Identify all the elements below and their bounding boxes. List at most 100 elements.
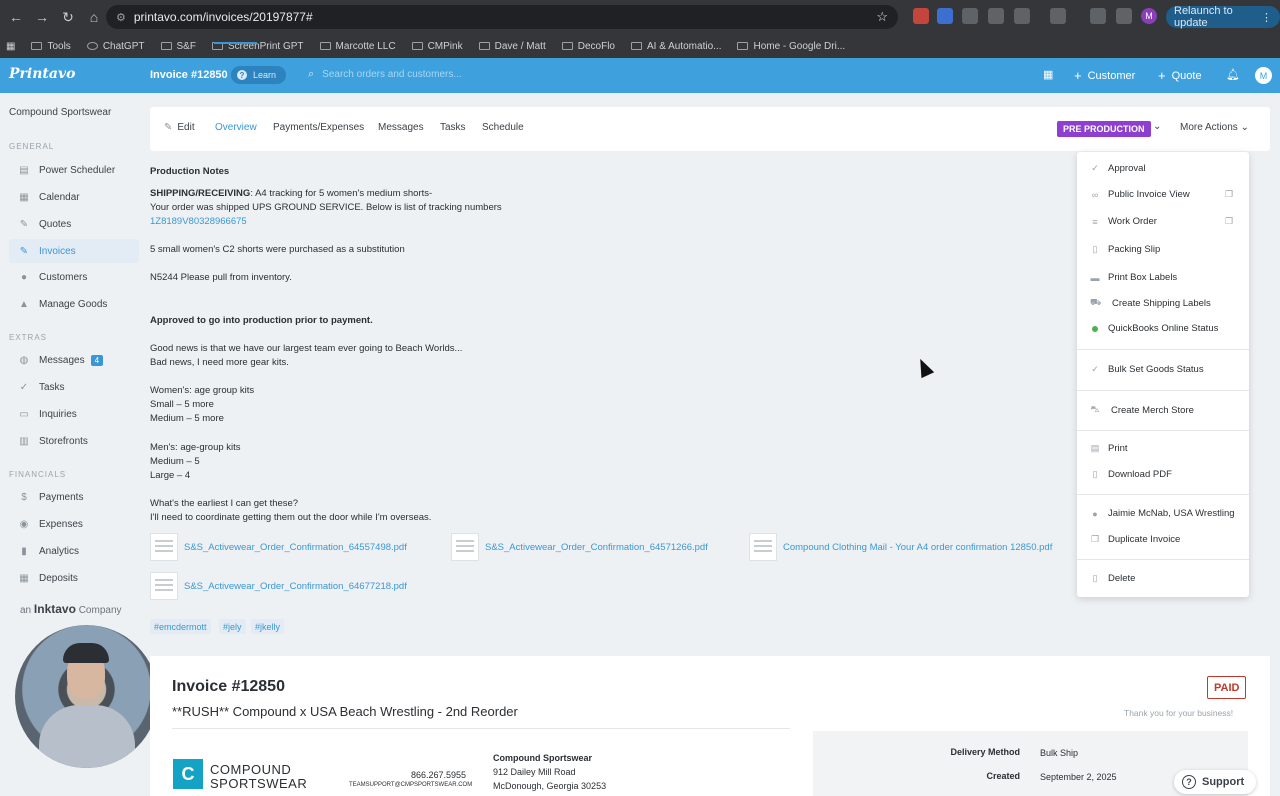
bookmark-item[interactable]: CMPink [411, 41, 463, 52]
menu-item-delete[interactable]: ▯ Delete [1090, 573, 1136, 584]
sidebar-item-messages[interactable]: ◍ Messages 4 [9, 348, 139, 372]
bookmark-item[interactable]: Marcotte LLC [319, 41, 396, 52]
attachment-link[interactable]: Compound Clothing Mail - Your A4 order c… [749, 533, 1052, 561]
new-customer-button[interactable]: + Customer [1074, 68, 1135, 83]
sidebar-item-quotes[interactable]: ✎ Quotes [9, 212, 139, 236]
status-badge[interactable]: PRE PRODUCTION [1057, 121, 1151, 137]
menu-item-label: Create Shipping Labels [1112, 297, 1211, 309]
support-button[interactable]: ? Support [1174, 770, 1257, 794]
menu-item-approval[interactable]: ✓ Approval [1090, 163, 1145, 174]
delivery-method-value: Bulk Ship [1040, 748, 1079, 758]
grid-icon[interactable]: ▦ [1043, 68, 1053, 81]
sidebar-item-power-scheduler[interactable]: ▤ Power Scheduler [9, 158, 139, 182]
relaunch-label: Relaunch to update [1174, 5, 1233, 29]
menu-dots-icon: ⋮ [1261, 11, 1272, 24]
tab-messages[interactable]: Messages [378, 122, 424, 133]
menu-item-create-merch-store[interactable]: ⛍ Create Merch Store [1090, 404, 1194, 416]
sidebar-item-inquiries[interactable]: ▭ Inquiries [9, 402, 139, 426]
forward-icon[interactable]: → [32, 7, 52, 27]
sidebar-item-deposits[interactable]: ▦ Deposits [9, 566, 139, 590]
tag[interactable]: #jkelly [251, 619, 285, 634]
menu-item-create-shipping-labels[interactable]: ⛟ Create Shipping Labels [1090, 297, 1211, 309]
bar-chart-icon: ▮ [21, 545, 27, 557]
more-actions-button[interactable]: More Actions ⌄ [1180, 122, 1249, 133]
search-input[interactable]: ⌕ Search orders and customers... [308, 68, 462, 81]
menu-item-public-invoice-view[interactable]: ∞ Public Invoice View ❐ [1090, 189, 1233, 200]
reload-icon[interactable]: ↻ [58, 7, 78, 27]
note-line: Large – 4 [150, 470, 191, 481]
sidebar-item-payments[interactable]: $ Payments [9, 485, 139, 509]
bookmark-item[interactable]: Dave / Matt [478, 41, 546, 52]
avatar[interactable]: M [1255, 67, 1272, 84]
sidebar-item-manage-goods[interactable]: ▲ Manage Goods [9, 292, 139, 316]
extension-icon[interactable] [913, 8, 929, 24]
sidebar-item-customers[interactable]: ● Customers [9, 265, 139, 289]
copy-icon[interactable]: ❐ [1225, 189, 1233, 200]
bookmark-item[interactable]: Home - Google Dri... [737, 41, 845, 52]
tracking-number-link[interactable]: 1Z8189V80328966675 [150, 215, 247, 229]
tab-tasks[interactable]: Tasks [440, 122, 466, 133]
question-icon: ? [237, 70, 247, 80]
sidebar-item-expenses[interactable]: ◉ Expenses [9, 512, 139, 536]
section-label-general: GENERAL [9, 142, 55, 151]
menu-item-quickbooks-status[interactable]: QuickBooks Online Status [1090, 323, 1218, 334]
sidebar-item-storefronts[interactable]: ▥ Storefronts [9, 429, 139, 453]
tag[interactable]: #emcdermott [150, 619, 211, 634]
extension-icon[interactable] [937, 8, 953, 24]
menu-item-bulk-set-goods-status[interactable]: ✓ Bulk Set Goods Status [1090, 364, 1203, 375]
bookmark-item[interactable]: S&F [160, 41, 196, 52]
learn-button[interactable]: ? Learn [231, 66, 287, 84]
back-icon[interactable]: ← [6, 7, 26, 27]
sidebar-item-tasks[interactable]: ✓ Tasks [9, 375, 139, 399]
bookmark-item[interactable]: AI & Automatio... [630, 41, 721, 52]
sidebar-item-analytics[interactable]: ▮ Analytics [9, 539, 139, 563]
bookmark-item[interactable]: ChatGPT [86, 41, 145, 52]
extension-icon[interactable] [988, 8, 1004, 24]
address-bar[interactable]: ⚙ printavo.com/invoices/20197877# ☆ [106, 5, 898, 29]
menu-item-print-box-labels[interactable]: ▬ Print Box Labels [1090, 272, 1178, 283]
site-info-icon[interactable]: ⚙ [116, 11, 126, 24]
profile-avatar[interactable]: M [1141, 8, 1157, 24]
menu-item-work-order[interactable]: ≡ Work Order ❐ [1090, 216, 1233, 227]
pdf-icon: ▯ [1092, 469, 1098, 479]
bell-icon[interactable]: 🔔︎ [1226, 68, 1240, 81]
home-icon[interactable]: ⌂ [84, 7, 104, 27]
relaunch-button[interactable]: Relaunch to update ⋮ [1166, 5, 1280, 29]
tag[interactable]: #jely [219, 619, 246, 634]
menu-item-contact[interactable]: ● Jaimie McNab, USA Wrestling [1090, 508, 1234, 519]
tab-payments-expenses[interactable]: Payments/Expenses [273, 122, 364, 133]
apps-grid-icon[interactable]: ▦ [6, 41, 15, 52]
tab-edit[interactable]: ✎ Edit [164, 122, 195, 133]
extension-icon[interactable] [1116, 8, 1132, 24]
copy-icon[interactable]: ❐ [1225, 216, 1233, 227]
menu-item-packing-slip[interactable]: ▯ Packing Slip [1090, 244, 1161, 255]
sidebar-item-invoices[interactable]: ✎ Invoices [9, 239, 139, 263]
extension-icon[interactable] [1014, 8, 1030, 24]
sidebar-item-calendar[interactable]: ▦ Calendar [9, 185, 139, 209]
folder-icon [160, 42, 172, 50]
bank-icon: ▦ [19, 572, 29, 584]
attachment-link[interactable]: S&S_Activewear_Order_Confirmation_646772… [150, 572, 407, 600]
chevron-down-icon[interactable]: ⌄ [1153, 121, 1161, 132]
bookmark-item[interactable]: DecoFlo [561, 41, 615, 52]
chat-icon: ◍ [19, 354, 29, 366]
tab-overview[interactable]: Overview [215, 122, 257, 133]
attachment-link[interactable]: S&S_Activewear_Order_Confirmation_645574… [150, 533, 407, 561]
sidebar-item-label: Invoices [39, 245, 76, 257]
app-logo[interactable]: Printavo [9, 66, 75, 82]
extension-icon[interactable] [962, 8, 978, 24]
bookmark-star-icon[interactable]: ☆ [876, 9, 888, 25]
note-line: What's the earliest I can get these? [150, 498, 299, 509]
download-icon[interactable] [1090, 8, 1106, 24]
folder-icon [31, 42, 43, 50]
menu-item-download-pdf[interactable]: ▯ Download PDF [1090, 469, 1172, 480]
menu-item-print[interactable]: ▤ Print [1090, 443, 1128, 454]
extension-icon[interactable] [1050, 8, 1066, 24]
new-quote-button[interactable]: + Quote [1158, 68, 1202, 83]
sidebar-item-label: Messages [39, 354, 85, 366]
tab-schedule[interactable]: Schedule [482, 122, 524, 133]
bookmark-item[interactable]: Tools [31, 41, 71, 52]
note-line: Approved to go into production prior to … [150, 315, 373, 326]
attachment-link[interactable]: S&S_Activewear_Order_Confirmation_645712… [451, 533, 708, 561]
menu-item-duplicate-invoice[interactable]: ❐ Duplicate Invoice [1090, 534, 1180, 545]
